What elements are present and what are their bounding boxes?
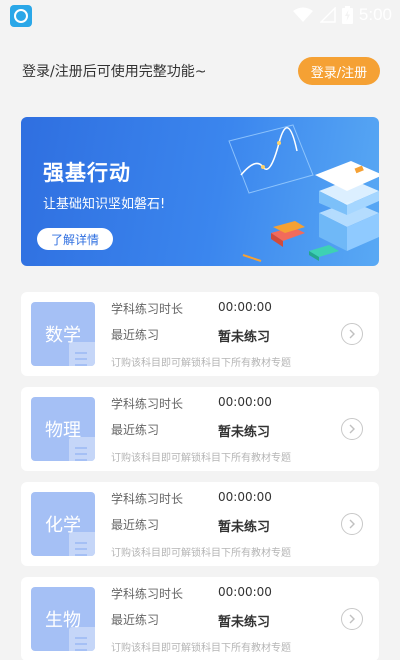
duration-label: 学科练习时长 <box>111 587 184 601</box>
duration-value: 00:00:00 <box>218 300 272 314</box>
subject-card-physics[interactable]: 物理 学科练习时长 00:00:00 最近练习 暂未练习 订购该科目即可解锁科目… <box>21 387 379 471</box>
duration-value: 00:00:00 <box>218 585 272 599</box>
duration-label: 学科练习时长 <box>111 302 184 316</box>
recent-value: 暂未练习 <box>218 425 271 440</box>
subject-name: 物理 <box>45 420 81 441</box>
banner[interactable]: 强基行动 让基础知识坚如磐石! 了解详情 <box>21 117 379 266</box>
recent-label: 最近练习 <box>111 613 160 627</box>
recent-value: 暂未练习 <box>218 615 271 630</box>
recent-label: 最近练习 <box>111 518 160 532</box>
subject-name: 数学 <box>45 325 81 346</box>
login-row: 登录/注册后可使用完整功能~ 登录/注册 <box>22 56 380 86</box>
banner-subtitle: 让基础知识坚如磐石! <box>43 197 166 212</box>
signal-icon <box>319 7 336 23</box>
subject-name: 生物 <box>45 610 81 631</box>
recent-label: 最近练习 <box>111 423 160 437</box>
status-icons: 5:00 <box>292 4 392 26</box>
subject-thumb: 数学 <box>31 302 95 366</box>
duration-label: 学科练习时长 <box>111 397 184 411</box>
banner-illustration <box>228 124 379 262</box>
duration-value: 00:00:00 <box>218 395 272 409</box>
subject-thumb: 物理 <box>31 397 95 461</box>
status-time: 5:00 <box>358 5 392 24</box>
battery-icon <box>341 6 353 24</box>
subject-thumb: 化学 <box>31 492 95 556</box>
chevron-right-icon[interactable] <box>341 513 363 535</box>
duration-value: 00:00:00 <box>218 490 272 504</box>
status-bar: 5:00 <box>0 0 400 30</box>
recent-label: 最近练习 <box>111 328 160 342</box>
learn-more-button[interactable]: 了解详情 <box>37 228 113 250</box>
subject-card-chemistry[interactable]: 化学 学科练习时长 00:00:00 最近练习 暂未练习 订购该科目即可解锁科目… <box>21 482 379 566</box>
chevron-right-icon[interactable] <box>341 323 363 345</box>
login-prompt: 登录/注册后可使用完整功能~ <box>22 64 207 80</box>
recent-value: 暂未练习 <box>218 520 271 535</box>
unlock-hint: 订购该科目即可解锁科目下所有教材专题 <box>111 548 291 559</box>
subject-card-biology[interactable]: 生物 学科练习时长 00:00:00 最近练习 暂未练习 订购该科目即可解锁科目… <box>21 577 379 660</box>
wifi-icon <box>292 7 313 22</box>
unlock-hint: 订购该科目即可解锁科目下所有教材专题 <box>111 643 291 654</box>
chevron-right-icon[interactable] <box>341 608 363 630</box>
banner-title: 强基行动 <box>43 161 131 185</box>
login-register-button[interactable]: 登录/注册 <box>298 57 380 85</box>
subject-name: 化学 <box>45 515 81 536</box>
app-icon <box>10 5 32 27</box>
subject-card-math[interactable]: 数学 学科练习时长 00:00:00 最近练习 暂未练习 订购该科目即可解锁科目… <box>21 292 379 376</box>
recent-value: 暂未练习 <box>218 330 271 345</box>
subject-thumb: 生物 <box>31 587 95 651</box>
duration-label: 学科练习时长 <box>111 492 184 506</box>
unlock-hint: 订购该科目即可解锁科目下所有教材专题 <box>111 453 291 464</box>
unlock-hint: 订购该科目即可解锁科目下所有教材专题 <box>111 358 291 369</box>
chevron-right-icon[interactable] <box>341 418 363 440</box>
